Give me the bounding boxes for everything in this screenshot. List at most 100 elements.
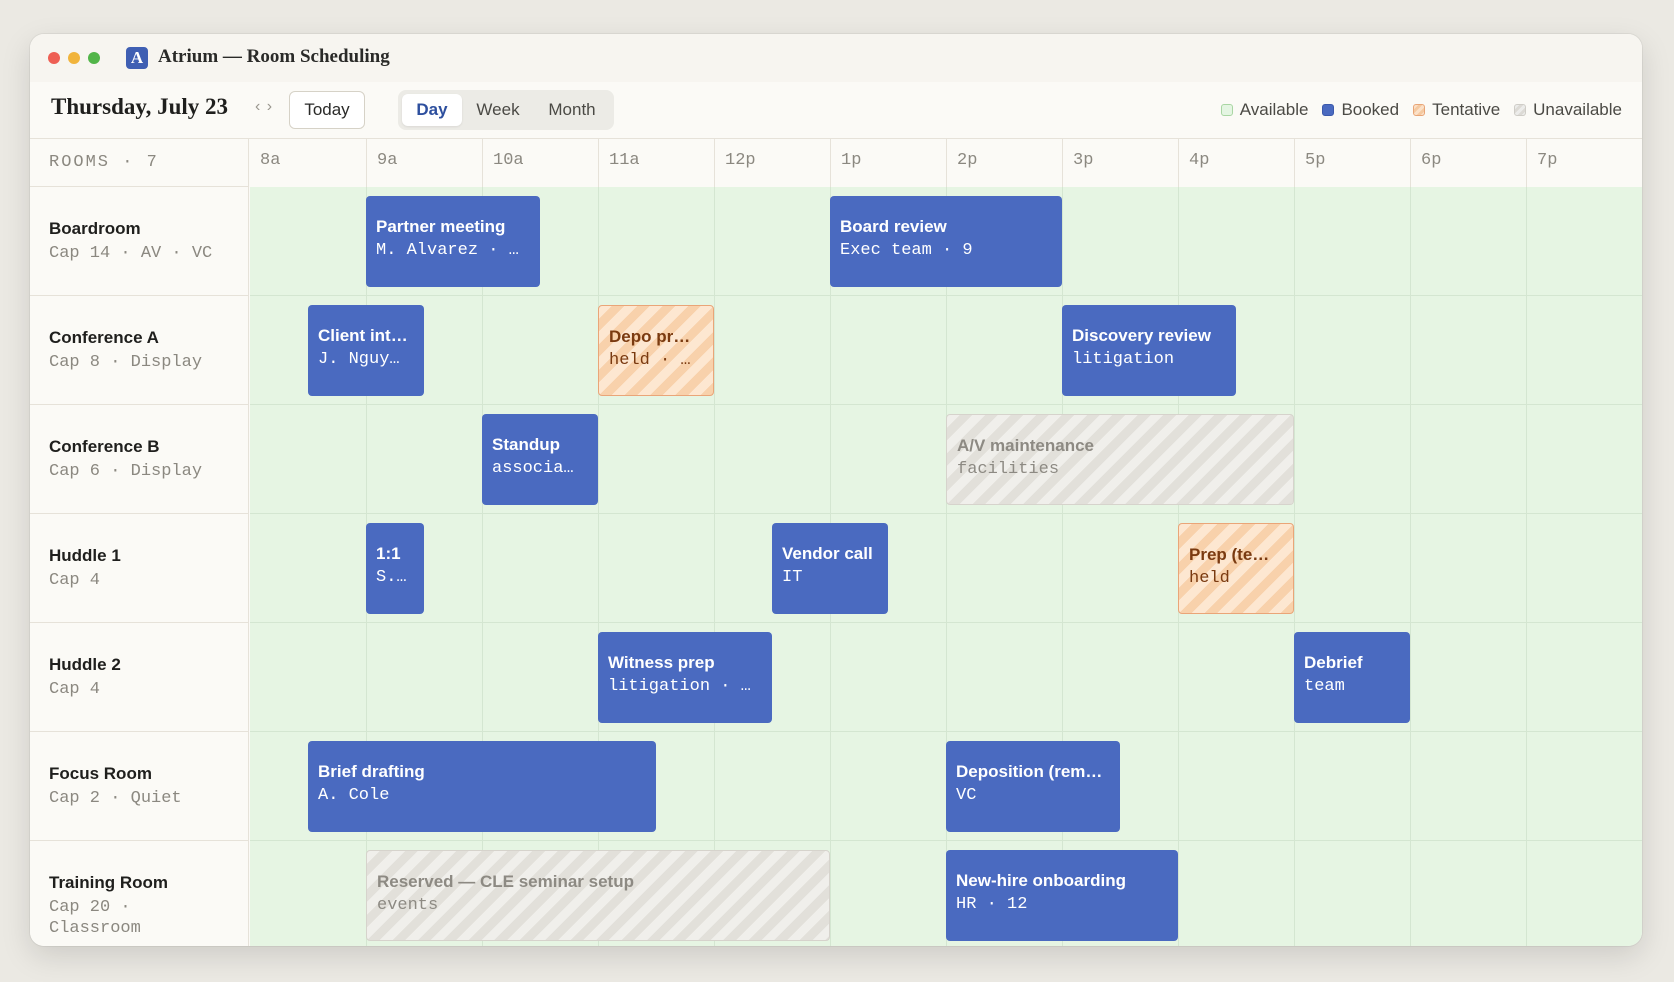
event-block-unavailable[interactable]: A/V maintenance facilities <box>946 414 1294 505</box>
room-name: Training Room <box>49 873 168 892</box>
prev-next-day-arrows-icon[interactable]: ‹ › <box>255 98 273 116</box>
room-timeline-row[interactable]: Reserved — CLE seminar setup events New-hi… <box>250 841 1642 946</box>
event-title: Discovery review <box>1072 326 1211 345</box>
event-block-booked[interactable]: Debrief team <box>1294 632 1410 723</box>
hour-gridline <box>1526 296 1527 404</box>
hour-gridline <box>1410 841 1411 946</box>
event-block-unavailable[interactable]: Reserved — CLE seminar setup events <box>366 850 830 941</box>
room-label: Huddle 1 Cap 4 <box>30 514 249 623</box>
event-block-booked[interactable]: Vendor call IT <box>772 523 888 614</box>
current-date-title: Thursday, July 23 <box>51 94 229 119</box>
room-meta: Cap 4 <box>49 680 101 699</box>
event-title: Standup <box>492 435 560 454</box>
room-timeline-row[interactable]: Standup associa… A/V maintenance facilities <box>250 405 1642 514</box>
event-block-booked[interactable]: Standup associa… <box>482 414 598 505</box>
room-timeline-row[interactable]: Witness prep litigation · … Debrief team <box>250 623 1642 732</box>
hour-gridline <box>366 623 367 731</box>
room-label: Conference A Cap 8 · Display <box>30 296 249 405</box>
today-button[interactable]: Today <box>289 91 365 129</box>
hour-gridline <box>1526 187 1527 295</box>
legend-tentative: Tentative <box>1413 100 1500 120</box>
event-block-booked[interactable]: New-hire onboarding HR · 12 <box>946 850 1178 941</box>
room-timeline-row[interactable]: Client int… J. Nguy… Depo pr… held · … Disco… <box>250 296 1642 405</box>
hour-gridline <box>1294 841 1295 946</box>
hour-gridline <box>366 405 367 513</box>
view-month-button[interactable]: Month <box>534 94 610 126</box>
room-label: Training Room Cap 20 · Classroom <box>30 841 249 946</box>
available-swatch-icon <box>1220 104 1233 116</box>
zoom-window-button[interactable] <box>88 52 100 64</box>
hour-gridline <box>1178 732 1179 840</box>
event-subtitle: VC <box>956 786 977 805</box>
event-subtitle: held <box>1189 569 1230 588</box>
hour-gridline <box>1062 187 1063 295</box>
event-title: Depo pr… <box>609 327 691 346</box>
view-week-button[interactable]: Week <box>468 94 528 126</box>
minimize-window-button[interactable] <box>68 52 80 64</box>
hour-gridline <box>1178 841 1179 946</box>
room-timeline-row[interactable]: Brief drafting A. Cole Deposition (rem… VC <box>250 732 1642 841</box>
hour-gridline <box>946 296 947 404</box>
event-block-booked[interactable]: 1:1 S.… <box>366 523 424 614</box>
legend-available: Available <box>1220 100 1308 120</box>
title-bar: A Atrium — Room Scheduling <box>30 34 1642 83</box>
event-block-tentative[interactable]: Prep (te… held <box>1178 523 1294 614</box>
event-block-booked[interactable]: Board review Exec team · 9 <box>830 196 1062 287</box>
time-label-9a: 9a <box>366 139 482 187</box>
room-timeline-row[interactable]: 1:1 S.… Vendor call IT Prep (te… held <box>250 514 1642 623</box>
event-subtitle: A. Cole <box>318 786 390 805</box>
room-meta: Cap 4 <box>49 571 101 590</box>
hour-gridline <box>1526 732 1527 840</box>
event-block-tentative[interactable]: Depo pr… held · … <box>598 305 714 396</box>
hour-gridline <box>1526 405 1527 513</box>
hour-gridline <box>482 623 483 731</box>
hour-gridline <box>830 623 831 731</box>
hour-gridline <box>1410 405 1411 513</box>
event-block-booked[interactable]: Discovery review litigation <box>1062 305 1236 396</box>
time-label-6p: 6p <box>1410 139 1526 187</box>
room-meta: Cap 20 · Classroom <box>49 898 141 938</box>
hour-gridline <box>1178 623 1179 731</box>
event-block-booked[interactable]: Witness prep litigation · … <box>598 632 772 723</box>
event-title: Client int… <box>318 326 408 345</box>
hour-gridline <box>830 405 831 513</box>
hour-gridline <box>1294 732 1295 840</box>
room-label: Focus Room Cap 2 · Quiet <box>30 732 249 841</box>
close-window-button[interactable] <box>48 52 60 64</box>
event-subtitle: held · … <box>609 351 691 370</box>
hour-gridline <box>714 514 715 622</box>
hour-gridline <box>482 514 483 622</box>
app-logo-icon: A <box>126 47 148 69</box>
hour-gridline <box>1294 405 1295 513</box>
room-meta: Cap 8 · Display <box>49 353 203 372</box>
room-meta: Cap 2 · Quiet <box>49 789 182 808</box>
time-label-4p: 4p <box>1178 139 1294 187</box>
hour-gridline <box>598 405 599 513</box>
hour-gridline <box>1410 732 1411 840</box>
event-subtitle: J. Nguy… <box>318 350 400 369</box>
event-block-booked[interactable]: Deposition (rem… VC <box>946 741 1120 832</box>
event-block-booked[interactable]: Client int… J. Nguy… <box>308 305 424 396</box>
hour-gridline <box>1526 841 1527 946</box>
event-block-booked[interactable]: Brief drafting A. Cole <box>308 741 656 832</box>
time-label-5p: 5p <box>1294 139 1410 187</box>
event-title: Deposition (rem… <box>956 762 1103 781</box>
legend-booked: Booked <box>1322 100 1399 120</box>
room-timeline-row[interactable]: Partner meeting M. Alvarez · … Board revie… <box>250 187 1642 296</box>
time-label-2p: 2p <box>946 139 1062 187</box>
room-name: Conference A <box>49 328 159 347</box>
hour-gridline <box>1410 514 1411 622</box>
event-block-booked[interactable]: Partner meeting M. Alvarez · … <box>366 196 540 287</box>
event-subtitle: M. Alvarez · … <box>376 241 519 260</box>
time-label-7p: 7p <box>1526 139 1642 187</box>
event-title: Prep (te… <box>1189 545 1270 564</box>
view-day-button[interactable]: Day <box>402 94 462 126</box>
booked-swatch-icon <box>1322 104 1335 116</box>
time-label-8a: 8a <box>260 151 281 170</box>
event-title: Witness prep <box>608 653 715 672</box>
room-meta: Cap 6 · Display <box>49 462 203 481</box>
legend-label: Booked <box>1341 100 1400 119</box>
hour-gridline <box>946 623 947 731</box>
hour-gridline <box>1526 623 1527 731</box>
hour-gridline <box>714 187 715 295</box>
